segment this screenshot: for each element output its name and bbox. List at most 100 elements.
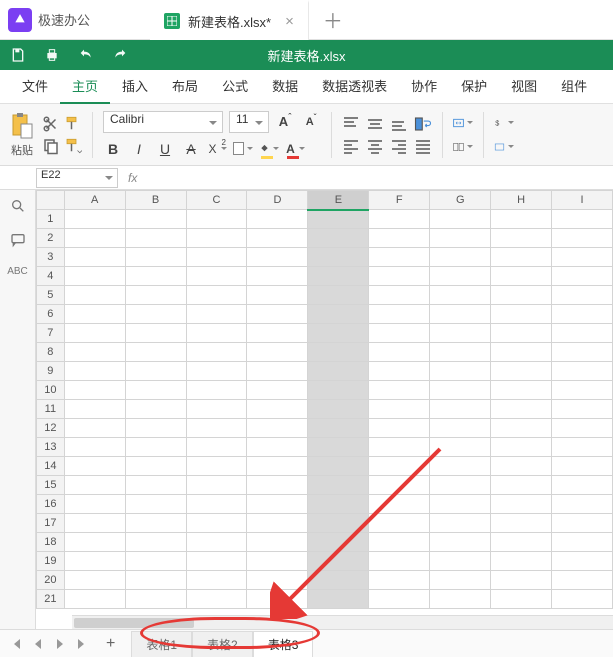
cell-G11[interactable] bbox=[430, 400, 491, 419]
cell-C3[interactable] bbox=[186, 248, 247, 267]
cell-D14[interactable] bbox=[247, 457, 308, 476]
cell-B9[interactable] bbox=[125, 362, 186, 381]
cell-F9[interactable] bbox=[369, 362, 430, 381]
cell-A14[interactable] bbox=[64, 457, 125, 476]
spellcheck-icon[interactable]: ABC bbox=[7, 266, 28, 277]
cell-G14[interactable] bbox=[430, 457, 491, 476]
new-tab-button[interactable]: ＋ bbox=[323, 5, 343, 34]
cell-H17[interactable] bbox=[491, 514, 552, 533]
row-header-1[interactable]: 1 bbox=[37, 210, 65, 229]
cell-I18[interactable] bbox=[552, 533, 613, 552]
cell-B13[interactable] bbox=[125, 438, 186, 457]
cell-E21[interactable] bbox=[308, 590, 369, 609]
cell-D7[interactable] bbox=[247, 324, 308, 343]
merge-dropdown-button[interactable] bbox=[453, 137, 473, 157]
cell-F17[interactable] bbox=[369, 514, 430, 533]
select-all-corner[interactable] bbox=[37, 191, 65, 210]
cell-A1[interactable] bbox=[64, 210, 125, 229]
cell-C21[interactable] bbox=[186, 590, 247, 609]
font-name-select[interactable]: Calibri bbox=[103, 111, 223, 133]
cell-D9[interactable] bbox=[247, 362, 308, 381]
col-header-H[interactable]: H bbox=[491, 191, 552, 210]
cell-D21[interactable] bbox=[247, 590, 308, 609]
justify-icon[interactable] bbox=[414, 138, 432, 154]
format-painter-icon[interactable] bbox=[64, 115, 82, 133]
cell-I9[interactable] bbox=[552, 362, 613, 381]
cell-D19[interactable] bbox=[247, 552, 308, 571]
wrap-text-icon[interactable] bbox=[414, 116, 432, 132]
cell-A21[interactable] bbox=[64, 590, 125, 609]
cell-H6[interactable] bbox=[491, 305, 552, 324]
cell-G2[interactable] bbox=[430, 229, 491, 248]
cell-B17[interactable] bbox=[125, 514, 186, 533]
row-header-18[interactable]: 18 bbox=[37, 533, 65, 552]
row-header-15[interactable]: 15 bbox=[37, 476, 65, 495]
cell-A12[interactable] bbox=[64, 419, 125, 438]
cell-F21[interactable] bbox=[369, 590, 430, 609]
cell-C5[interactable] bbox=[186, 286, 247, 305]
cell-G21[interactable] bbox=[430, 590, 491, 609]
cell-E5[interactable] bbox=[308, 286, 369, 305]
cell-F6[interactable] bbox=[369, 305, 430, 324]
cell-C4[interactable] bbox=[186, 267, 247, 286]
cell-E18[interactable] bbox=[308, 533, 369, 552]
cell-H19[interactable] bbox=[491, 552, 552, 571]
cell-H4[interactable] bbox=[491, 267, 552, 286]
col-header-B[interactable]: B bbox=[125, 191, 186, 210]
cell-I1[interactable] bbox=[552, 210, 613, 229]
col-header-A[interactable]: A bbox=[64, 191, 125, 210]
cell-H20[interactable] bbox=[491, 571, 552, 590]
document-tab[interactable]: 新建表格.xlsx* × bbox=[150, 0, 309, 40]
spreadsheet-grid[interactable]: ABCDEFGHI1234567891011121314151617181920… bbox=[36, 190, 613, 629]
cell-G7[interactable] bbox=[430, 324, 491, 343]
cell-E11[interactable] bbox=[308, 400, 369, 419]
cell-A5[interactable] bbox=[64, 286, 125, 305]
cell-G8[interactable] bbox=[430, 343, 491, 362]
cell-A2[interactable] bbox=[64, 229, 125, 248]
cell-B11[interactable] bbox=[125, 400, 186, 419]
italic-button[interactable]: I bbox=[129, 139, 149, 159]
cell-E4[interactable] bbox=[308, 267, 369, 286]
copy-icon[interactable] bbox=[42, 137, 60, 155]
cell-D18[interactable] bbox=[247, 533, 308, 552]
cell-E9[interactable] bbox=[308, 362, 369, 381]
strikethrough-button[interactable]: A bbox=[181, 139, 201, 159]
cell-D12[interactable] bbox=[247, 419, 308, 438]
cell-A4[interactable] bbox=[64, 267, 125, 286]
col-header-E[interactable]: E bbox=[308, 191, 369, 210]
cell-H11[interactable] bbox=[491, 400, 552, 419]
col-header-G[interactable]: G bbox=[430, 191, 491, 210]
row-header-6[interactable]: 6 bbox=[37, 305, 65, 324]
cell-D15[interactable] bbox=[247, 476, 308, 495]
cell-H8[interactable] bbox=[491, 343, 552, 362]
redo-icon[interactable] bbox=[112, 47, 128, 63]
cell-H21[interactable] bbox=[491, 590, 552, 609]
cell-E17[interactable] bbox=[308, 514, 369, 533]
cell-G20[interactable] bbox=[430, 571, 491, 590]
cell-E19[interactable] bbox=[308, 552, 369, 571]
cell-E2[interactable] bbox=[308, 229, 369, 248]
cell-I2[interactable] bbox=[552, 229, 613, 248]
cell-D10[interactable] bbox=[247, 381, 308, 400]
cell-B1[interactable] bbox=[125, 210, 186, 229]
col-header-I[interactable]: I bbox=[552, 191, 613, 210]
cell-B21[interactable] bbox=[125, 590, 186, 609]
formula-input[interactable] bbox=[137, 168, 613, 188]
cell-B6[interactable] bbox=[125, 305, 186, 324]
row-header-17[interactable]: 17 bbox=[37, 514, 65, 533]
cell-B7[interactable] bbox=[125, 324, 186, 343]
cell-D11[interactable] bbox=[247, 400, 308, 419]
row-header-4[interactable]: 4 bbox=[37, 267, 65, 286]
row-header-8[interactable]: 8 bbox=[37, 343, 65, 362]
cell-H15[interactable] bbox=[491, 476, 552, 495]
undo-icon[interactable] bbox=[78, 47, 94, 63]
cell-A18[interactable] bbox=[64, 533, 125, 552]
cell-A11[interactable] bbox=[64, 400, 125, 419]
menu-item-9[interactable]: 视图 bbox=[499, 70, 549, 104]
cell-A3[interactable] bbox=[64, 248, 125, 267]
cell-E10[interactable] bbox=[308, 381, 369, 400]
fx-label[interactable]: fx bbox=[128, 171, 137, 185]
row-header-13[interactable]: 13 bbox=[37, 438, 65, 457]
increase-font-icon[interactable]: Aˆ bbox=[275, 112, 295, 132]
cell-G10[interactable] bbox=[430, 381, 491, 400]
